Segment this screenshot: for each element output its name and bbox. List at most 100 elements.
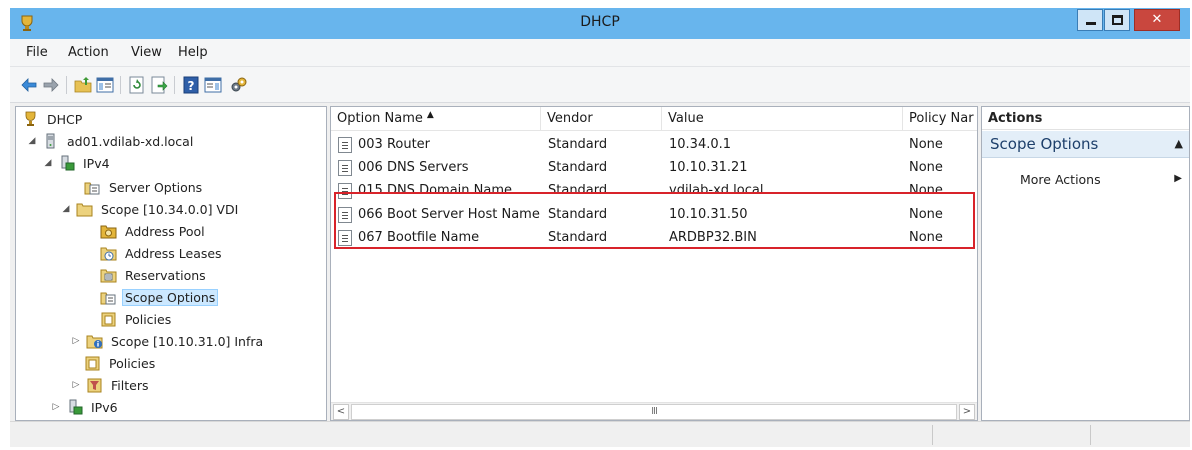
tree-item-ipv4[interactable]: ◢ IPv4 — [42, 153, 113, 173]
export-list-icon[interactable] — [150, 76, 168, 94]
tree-label: IPv6 — [91, 399, 118, 415]
toolbar-separator — [120, 76, 121, 94]
tree-label: Address Pool — [125, 223, 205, 239]
tree-item-scope-options[interactable]: Scope Options — [96, 287, 219, 307]
options-list: Option Name ▲ Vendor Value Policy Nar 003… — [330, 106, 978, 421]
policies-icon — [85, 356, 100, 371]
expanded-arrow-icon[interactable]: ◢ — [42, 158, 54, 168]
filter-icon — [87, 378, 102, 393]
option-vendor: Standard — [548, 137, 608, 152]
window-title: DHCP — [580, 14, 620, 30]
sort-ascending-icon: ▲ — [426, 110, 434, 120]
tree-item-server-options[interactable]: Server Options — [80, 177, 205, 197]
scroll-thumb[interactable]: III — [351, 404, 957, 420]
dhcp-tools-icon[interactable] — [230, 76, 248, 94]
dhcp-icon — [25, 111, 36, 126]
ipv6-icon — [69, 399, 83, 415]
close-icon: ✕ — [1151, 12, 1163, 27]
reservations-icon — [100, 269, 117, 283]
maximize-button[interactable] — [1104, 9, 1130, 31]
expanded-arrow-icon[interactable]: ◢ — [26, 136, 38, 146]
tree-label: Scope [10.34.0.0] VDI — [101, 201, 239, 217]
minimize-icon — [1086, 22, 1096, 25]
tree-item-reservations[interactable]: Reservations — [96, 265, 209, 285]
menu-bar: File Action View Help — [10, 39, 1190, 67]
option-name: 003 Router — [358, 137, 431, 152]
actions-group-label: Scope Options — [990, 135, 1099, 153]
scroll-left-button[interactable]: < — [333, 404, 349, 420]
tree-label: Policies — [125, 311, 172, 327]
maximize-icon — [1112, 15, 1123, 25]
collapsed-arrow-icon[interactable]: ▷ — [70, 380, 82, 390]
menu-help[interactable]: Help — [178, 45, 208, 60]
column-header-vendor[interactable]: Vendor — [541, 107, 662, 131]
list-header: Option Name ▲ Vendor Value Policy Nar — [331, 107, 977, 131]
forward-icon[interactable] — [42, 76, 60, 94]
tree-item-scope-policies[interactable]: Policies — [96, 309, 174, 329]
column-label: Option Name — [337, 111, 423, 126]
tree-label: Address Leases — [125, 245, 222, 261]
tree-item-scope-infra[interactable]: ▷ Scope [10.10.31.0] Infra — [70, 331, 266, 351]
tree-item-policies[interactable]: Policies — [80, 353, 158, 373]
menu-view[interactable]: View — [131, 45, 162, 60]
title-bar: DHCP ✕ — [10, 8, 1190, 39]
tree-label: Filters — [111, 377, 149, 393]
tree-item-server[interactable]: ◢ ad01.vdilab-xd.local — [26, 131, 196, 151]
table-row[interactable]: 003 Router Standard 10.34.0.1 None — [331, 134, 977, 156]
tree-label: Policies — [109, 355, 156, 371]
scope-options-icon — [100, 292, 116, 305]
svg-text:?: ? — [188, 79, 195, 93]
tree-item-ipv6[interactable]: ▷ IPv6 — [50, 397, 121, 417]
actions-header: Actions — [982, 107, 1189, 130]
highlight-annotation — [334, 192, 975, 249]
tree-item-address-leases[interactable]: Address Leases — [96, 243, 225, 263]
scroll-right-button[interactable]: > — [959, 404, 975, 420]
tree-item-scope-vdi[interactable]: ◢ Scope [10.34.0.0] VDI — [60, 199, 241, 219]
collapsed-arrow-icon[interactable]: ▷ — [70, 336, 82, 346]
folder-info-icon — [86, 335, 103, 349]
server-options-icon — [84, 182, 100, 195]
tree-label: DHCP — [47, 111, 83, 127]
up-folder-icon[interactable] — [74, 76, 92, 94]
option-icon — [338, 160, 352, 176]
submenu-arrow-icon: ▶ — [1174, 173, 1182, 184]
collapse-up-icon[interactable]: ▲ — [1175, 137, 1183, 150]
column-header-policy-name[interactable]: Policy Nar — [903, 107, 977, 131]
option-vendor: Standard — [548, 160, 608, 175]
address-pool-icon — [100, 225, 117, 239]
option-value: 10.34.0.1 — [669, 137, 732, 152]
tree-item-address-pool[interactable]: Address Pool — [96, 221, 208, 241]
table-row[interactable]: 006 DNS Servers Standard 10.10.31.21 Non… — [331, 157, 977, 179]
status-segment — [932, 425, 933, 445]
toolbar-separator — [66, 76, 67, 94]
tree-label: Server Options — [109, 179, 203, 195]
show-hide-action-pane-icon[interactable] — [204, 76, 222, 94]
horizontal-scrollbar[interactable]: < III > — [331, 402, 977, 420]
minimize-button[interactable] — [1077, 9, 1103, 31]
actions-group-scope-options[interactable]: Scope Options ▲ — [982, 131, 1189, 158]
column-header-option-name[interactable]: Option Name ▲ — [331, 107, 541, 131]
more-actions-item[interactable]: More Actions ▶ — [982, 170, 1189, 190]
option-policy: None — [909, 137, 943, 152]
tree-item-filters[interactable]: ▷ Filters — [70, 375, 151, 395]
main-area: DHCP ◢ ad01.vdilab-xd.local ◢ IPv4 Serve… — [10, 103, 1190, 421]
status-bar — [10, 421, 1190, 447]
close-button[interactable]: ✕ — [1134, 9, 1180, 31]
tree-item-dhcp[interactable]: DHCP — [18, 109, 85, 129]
menu-action[interactable]: Action — [68, 45, 109, 60]
refresh-icon[interactable] — [128, 76, 146, 94]
tree-label: Scope Options — [122, 288, 219, 306]
menu-file[interactable]: File — [26, 45, 48, 60]
ipv4-icon — [61, 155, 75, 171]
show-hide-tree-icon[interactable] — [96, 76, 114, 94]
more-actions-label: More Actions — [1020, 172, 1101, 187]
tree-label: Reservations — [125, 267, 206, 283]
collapsed-arrow-icon[interactable]: ▷ — [50, 402, 62, 412]
help-icon[interactable]: ? — [182, 76, 200, 94]
column-header-value[interactable]: Value — [662, 107, 903, 131]
back-icon[interactable] — [20, 76, 38, 94]
tree-label: ad01.vdilab-xd.local — [67, 133, 194, 149]
option-name: 006 DNS Servers — [358, 160, 469, 175]
option-value: 10.10.31.21 — [669, 160, 748, 175]
expanded-arrow-icon[interactable]: ◢ — [60, 204, 72, 214]
